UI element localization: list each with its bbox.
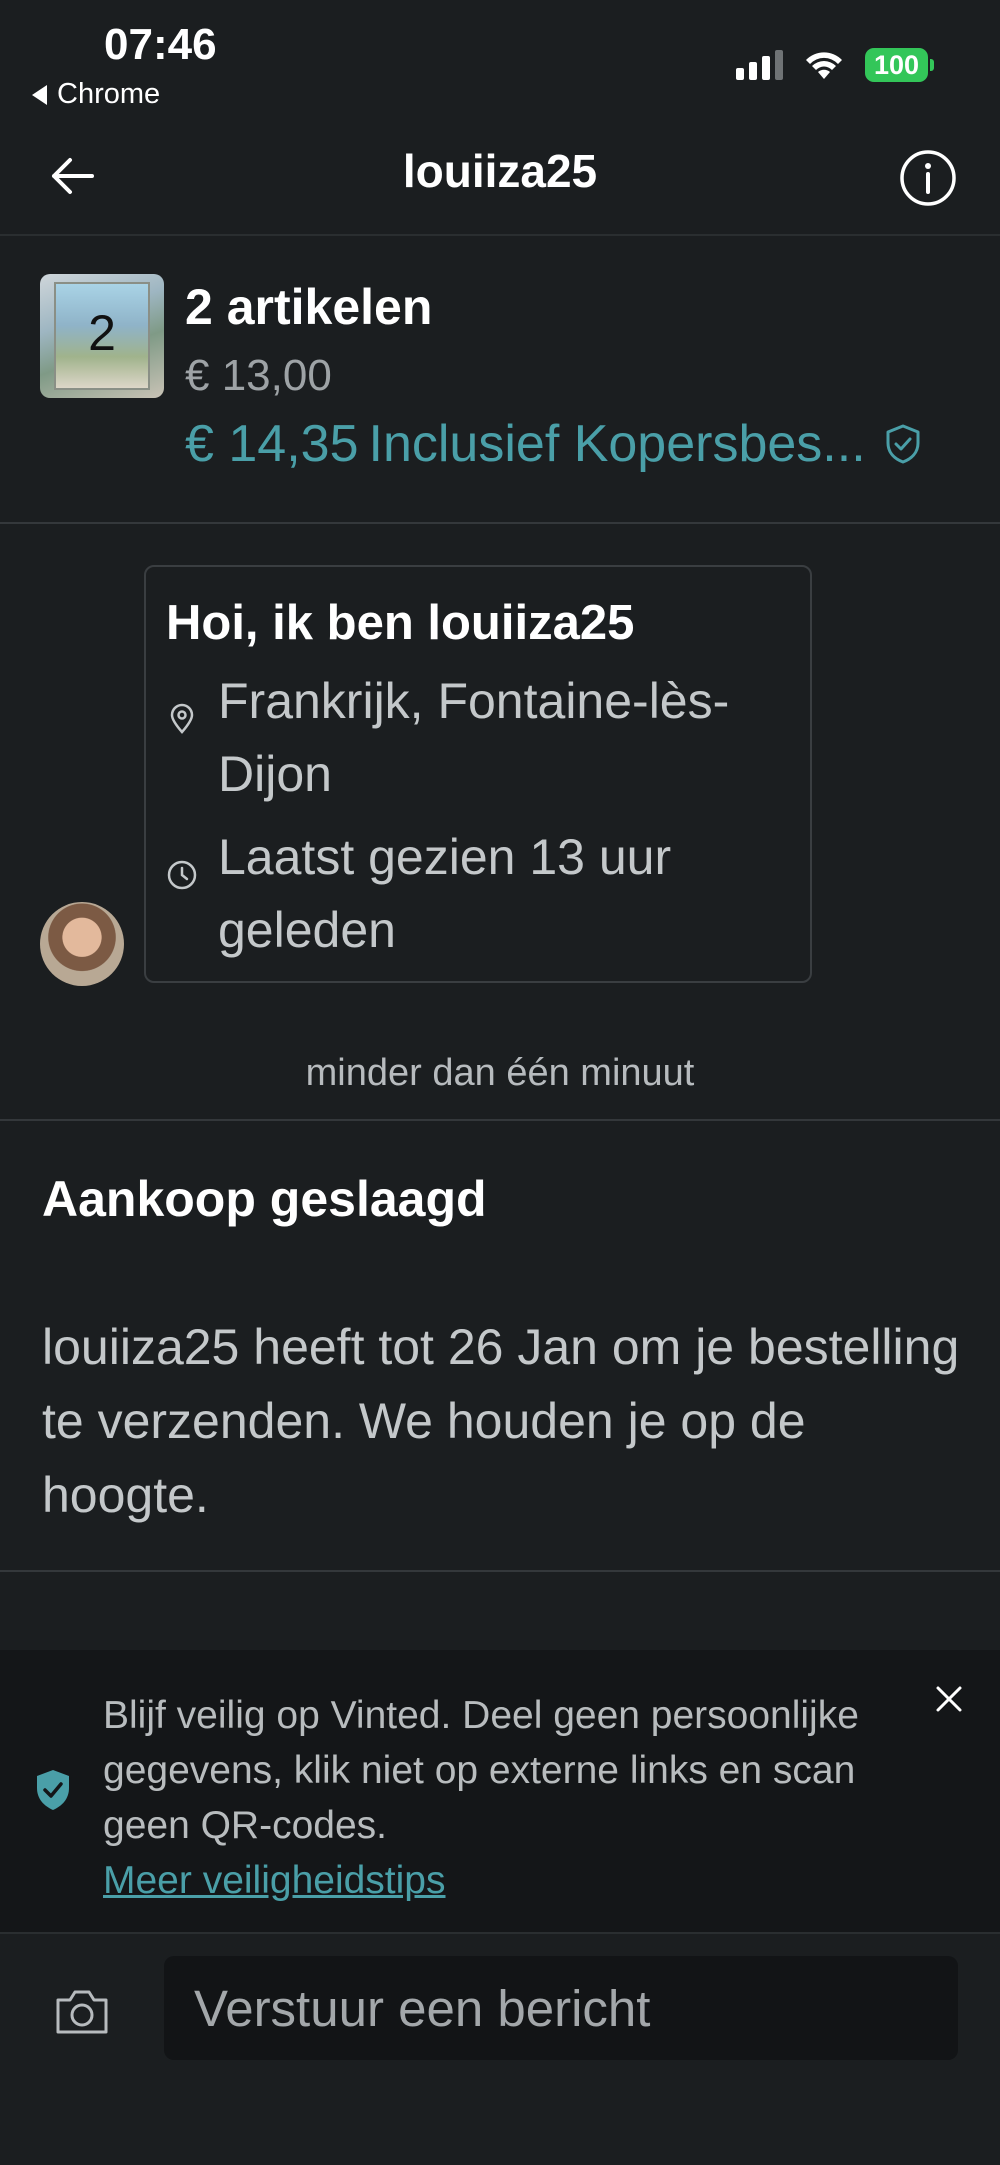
profile-location-row: Frankrijk, Fontaine-lès-Dijon [166, 665, 808, 811]
profile-location: Frankrijk, Fontaine-lès-Dijon [218, 673, 730, 802]
avatar[interactable] [40, 902, 124, 986]
navigation-bar: louiiza25 [0, 120, 1000, 236]
total-price: € 14,35 [185, 415, 359, 473]
safety-banner: Blijf veilig op Vinted. Deel geen persoo… [0, 1650, 1000, 1932]
camera-icon[interactable] [54, 1986, 110, 2036]
wifi-icon [805, 52, 842, 79]
back-triangle-icon [32, 84, 47, 105]
order-status-title: Aankoop geslaagd [42, 1171, 487, 1227]
safety-message: Blijf veilig op Vinted. Deel geen persoo… [103, 1694, 859, 1847]
message-input[interactable] [164, 1956, 958, 2060]
cellular-signal-icon [735, 50, 783, 80]
message-timestamp: minder dan één minuut [305, 1052, 695, 1094]
chat-screen: 07:46 Chrome 100 louiiza25 2 2 artikelen… [0, 0, 1000, 2165]
shield-check-icon [37, 1770, 69, 1810]
thumbnail-count: 2 [88, 305, 116, 361]
safety-tips-link[interactable]: Meer veiligheidstips [103, 1853, 446, 1908]
buyer-protection-shield-icon [886, 424, 920, 464]
profile-greeting: Hoi, ik ben louiiza25 [166, 596, 635, 650]
divider [0, 1119, 1000, 1121]
clock-icon [167, 860, 197, 890]
buyer-protection-note: Inclusief Kopersbes... [368, 415, 866, 473]
back-app-label: Chrome [57, 78, 161, 110]
item-summary[interactable]: 2 2 artikelen € 13,00 € 14,35 Inclusief … [0, 236, 1000, 524]
item-total-price-row: € 14,35 Inclusief Kopersbes... [185, 414, 922, 474]
item-price: € 13,00 [185, 351, 332, 400]
divider [0, 1570, 1000, 1572]
profile-last-seen-row: Laatst gezien 13 uur geleden [166, 821, 808, 967]
close-icon[interactable] [934, 1684, 964, 1714]
profile-intro-card[interactable]: Hoi, ik ben louiiza25 Frankrijk, Fontain… [144, 565, 812, 983]
back-to-app-link[interactable]: Chrome [32, 78, 160, 111]
status-time: 07:46 [104, 20, 217, 69]
order-status-body: louiiza25 heeft tot 26 Jan om je bestell… [42, 1319, 960, 1523]
battery-level: 100 [864, 48, 928, 82]
info-icon[interactable] [898, 148, 958, 208]
status-icons: 100 [735, 48, 934, 82]
conversation-title: louiiza25 [402, 145, 598, 197]
message-composer [0, 1932, 1000, 2165]
profile-last-seen: Laatst gezien 13 uur geleden [218, 829, 672, 958]
item-title: 2 artikelen [185, 279, 433, 335]
battery-icon: 100 [864, 48, 934, 82]
item-thumbnail: 2 [40, 274, 164, 398]
location-pin-icon [170, 703, 194, 734]
